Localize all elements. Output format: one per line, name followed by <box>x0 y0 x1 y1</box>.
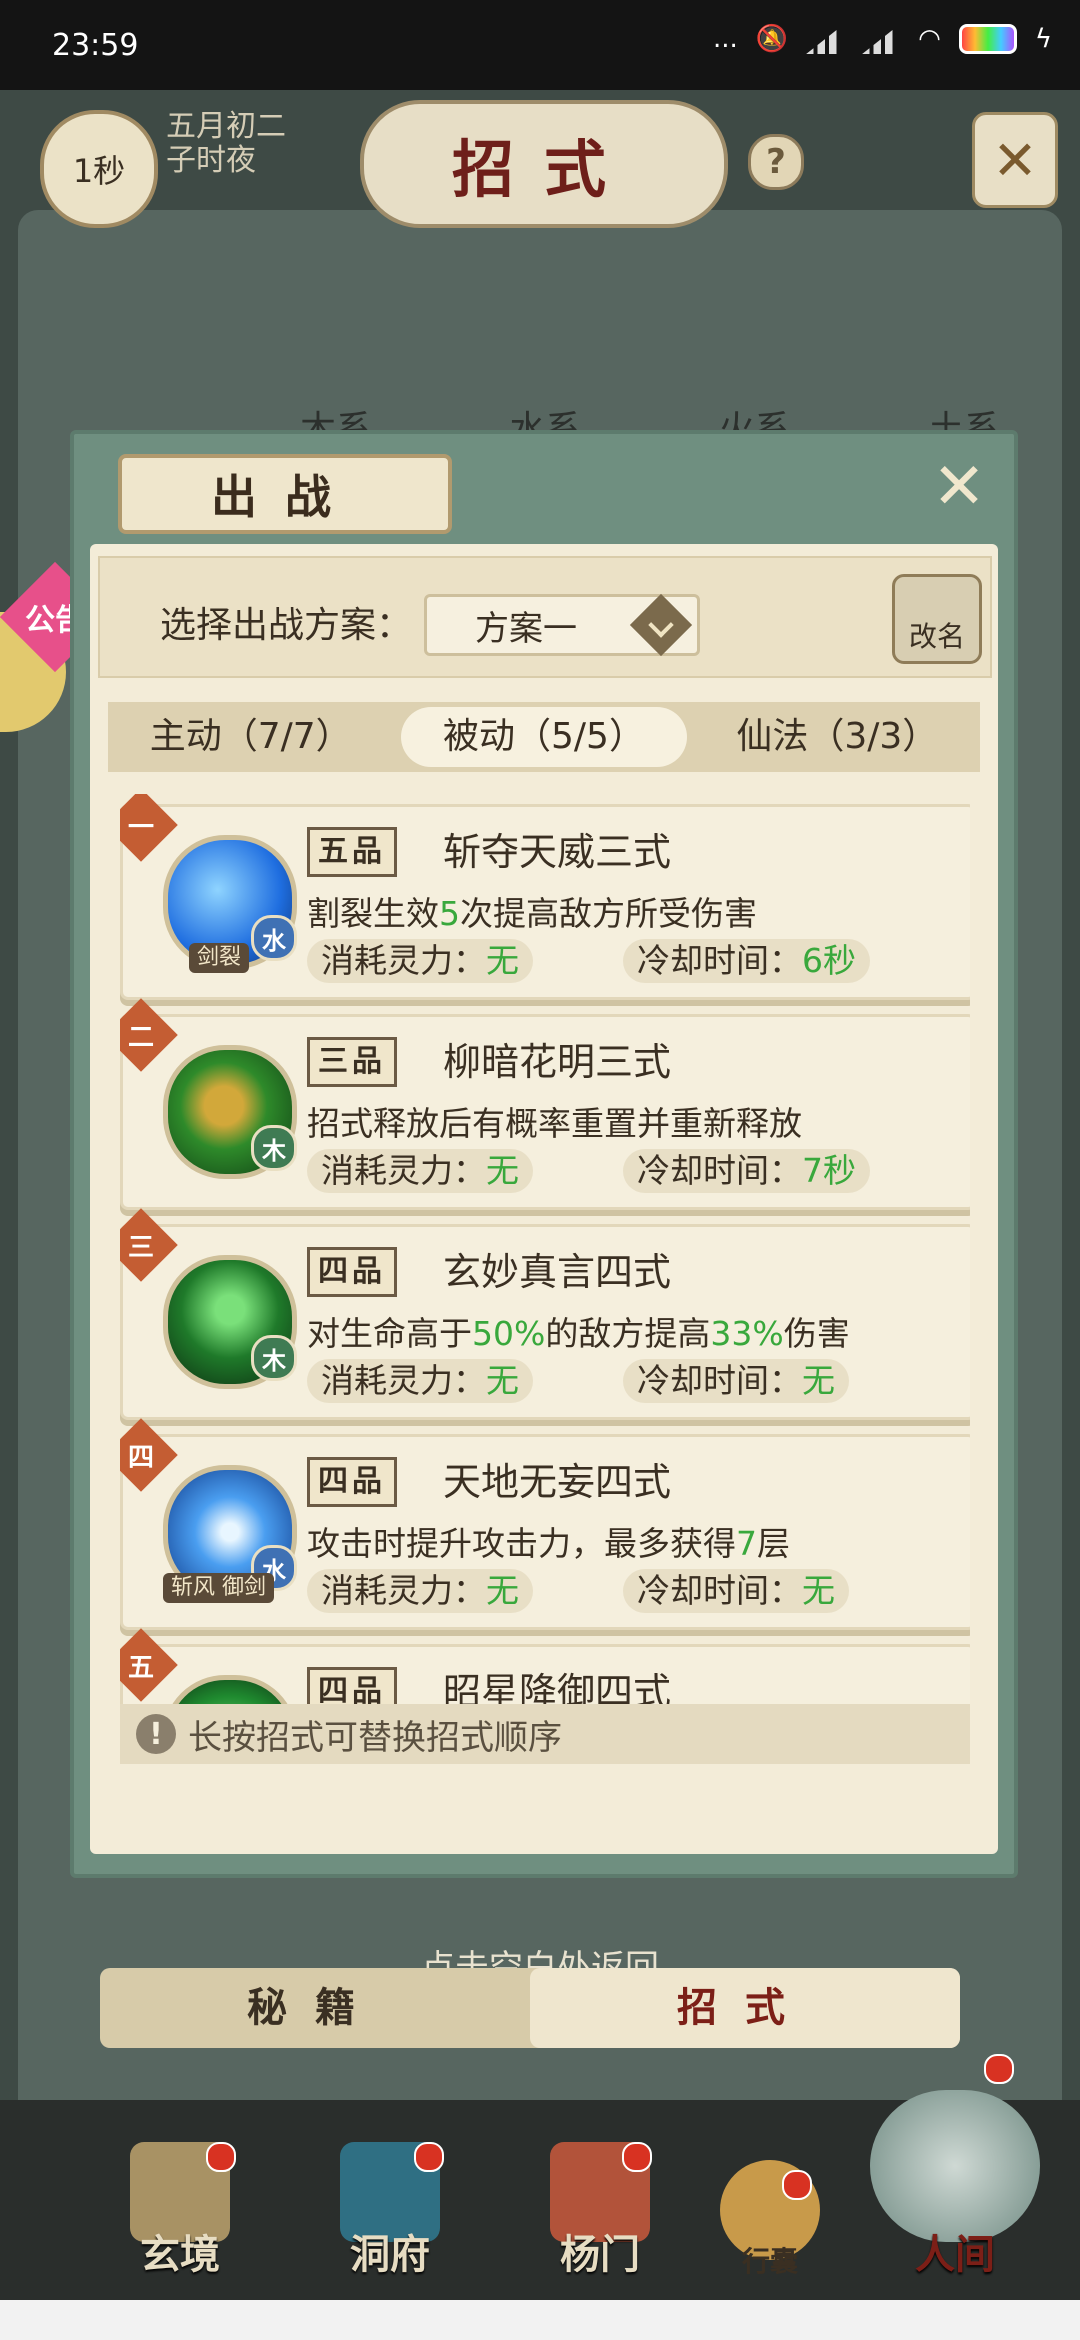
plan-label: 选择出战方案： <box>160 605 413 646</box>
dropdown-icon <box>629 593 693 657</box>
skill-description: 攻击时提升攻击力，最多获得7层 <box>307 1524 790 1563</box>
reorder-tip: ! 长按招式可替换招式顺序 <box>120 1704 970 1764</box>
dock-label: 人间 <box>915 2231 995 2278</box>
rank-badge: 一 <box>120 794 178 862</box>
timer-badge: 1秒 <box>40 110 158 228</box>
battery-icon <box>958 24 1017 54</box>
element-badge: 木 <box>251 1125 297 1171</box>
skill-grade: 四品 <box>307 1457 397 1507</box>
help-button[interactable]: ? <box>748 134 804 190</box>
info-icon: ! <box>136 1714 176 1754</box>
signal-icon-2 <box>862 24 901 54</box>
tip-text: 长按招式可替换招式顺序 <box>188 1717 562 1758</box>
skill-description: 招式释放后有概率重置并重新释放 <box>307 1104 802 1143</box>
dock-label: 行囊 <box>741 2245 798 2278</box>
date-line-1: 五月初二 <box>166 109 286 144</box>
skill-name: 玄妙真言四式 <box>443 1250 672 1294</box>
dock-xingnang[interactable]: 行囊 <box>700 2130 840 2280</box>
wifi-icon: ◠ <box>918 24 941 54</box>
skill-name: 斩夺天威三式 <box>443 830 672 874</box>
skill-tag: 斩风 御剑 <box>163 1573 274 1603</box>
element-badge: 水 <box>251 915 297 961</box>
page-title: 招式 <box>360 100 728 228</box>
notification-dot <box>414 2142 444 2172</box>
rank-badge: 五 <box>120 1628 178 1702</box>
rank-badge: 三 <box>120 1208 178 1282</box>
status-time: 23:59 <box>52 28 139 63</box>
status-icons: ... 🔕 ◠ ϟ <box>713 24 1052 54</box>
rename-button[interactable]: 改名 <box>892 574 982 664</box>
dock-renjian[interactable]: 人间 <box>860 2090 1050 2280</box>
skill-tag: 剑裂 <box>189 943 250 973</box>
tab-immortal-arts[interactable]: 仙法（3/3） <box>695 707 980 767</box>
dock-label: 玄境 <box>140 2231 220 2278</box>
dock-label: 杨门 <box>560 2231 640 2278</box>
skill-name: 柳暗花明三式 <box>443 1040 672 1084</box>
tab-moves[interactable]: 招式 <box>530 1968 960 2048</box>
skill-name: 天地无妄四式 <box>443 1460 672 1504</box>
landscape-icon <box>870 2090 1040 2242</box>
rename-label: 改名 <box>908 620 965 653</box>
mute-bell-icon: 🔕 <box>755 24 789 54</box>
tab-passive-skills[interactable]: 被动（5/5） <box>401 707 687 767</box>
cooldown-stat: 冷却时间：无 <box>623 1359 849 1403</box>
plan-row: 选择出战方案： 方案一 改名 <box>98 556 992 678</box>
element-badge: 木 <box>251 1335 297 1381</box>
close-icon: ✕ <box>992 128 1038 192</box>
rank-badge: 二 <box>120 998 178 1072</box>
skill-card[interactable]: 四 水 斩风 御剑 四品 天地无妄四式 攻击时提升攻击力，最多获得7层 消耗灵力… <box>120 1418 970 1630</box>
rank-badge: 四 <box>120 1418 178 1492</box>
lunar-date: 五月初二 子时夜 <box>166 110 286 178</box>
skill-card[interactable]: 三 木 四品 玄妙真言四式 对生命高于50%的敌方提高33%伤害 消耗灵力：无 … <box>120 1208 970 1420</box>
more-dots-icon: ... <box>712 24 738 54</box>
cost-stat: 消耗灵力：无 <box>307 1359 533 1403</box>
skill-description: 对生命高于50%的敌方提高33%伤害 <box>307 1314 850 1353</box>
dock-label: 洞府 <box>350 2231 430 2278</box>
cost-stat: 消耗灵力：无 <box>307 1569 533 1613</box>
skill-list[interactable]: 一 水 剑裂 五品 斩夺天威三式 割裂生效5次提高敌方所受伤害 消耗灵力：无 冷… <box>120 794 970 1714</box>
skill-card[interactable]: 二 木 三品 柳暗花明三式 招式释放后有概率重置并重新释放 消耗灵力：无 冷却时… <box>120 998 970 1210</box>
skill-card[interactable]: 一 水 剑裂 五品 斩夺天威三式 割裂生效5次提高敌方所受伤害 消耗灵力：无 冷… <box>120 794 970 1000</box>
bottom-section-tabs: 秘籍 招式 <box>100 1968 960 2048</box>
signal-icon <box>806 24 845 54</box>
close-page-button[interactable]: ✕ <box>972 112 1058 208</box>
cooldown-stat: 冷却时间：无 <box>623 1569 849 1613</box>
status-bar: 23:59 ... 🔕 ◠ ϟ <box>0 0 1080 90</box>
dialog-title: 出战 <box>118 454 452 534</box>
cost-stat: 消耗灵力：无 <box>307 939 533 983</box>
battle-dialog: 出战 ✕ 选择出战方案： 方案一 改名 主动（7/7） 被动（5/5） 仙法（3… <box>70 430 1018 1878</box>
notification-dot <box>206 2142 236 2172</box>
plan-value: 方案一 <box>475 608 577 649</box>
skill-grade: 五品 <box>307 827 397 877</box>
charging-icon: ϟ <box>1034 24 1052 54</box>
skill-grade: 三品 <box>307 1037 397 1087</box>
notification-dot <box>984 2054 1014 2084</box>
notification-dot <box>622 2142 652 2172</box>
system-home-bar <box>0 2300 1080 2340</box>
skill-grade: 四品 <box>307 1247 397 1297</box>
close-icon: ✕ <box>932 450 986 524</box>
dialog-body: 选择出战方案： 方案一 改名 主动（7/7） 被动（5/5） 仙法（3/3） 一… <box>90 544 998 1854</box>
cooldown-stat: 冷却时间：6秒 <box>623 939 870 983</box>
cooldown-stat: 冷却时间：7秒 <box>623 1149 870 1193</box>
notification-dot <box>782 2170 812 2200</box>
tab-active-skills[interactable]: 主动（7/7） <box>108 707 393 767</box>
skill-type-tabs: 主动（7/7） 被动（5/5） 仙法（3/3） <box>108 702 980 772</box>
plan-select[interactable]: 方案一 <box>424 593 700 657</box>
date-line-2: 子时夜 <box>166 143 256 178</box>
tab-secret-manual[interactable]: 秘籍 <box>100 1968 530 2048</box>
dialog-close-button[interactable]: ✕ <box>924 450 994 524</box>
cost-stat: 消耗灵力：无 <box>307 1149 533 1193</box>
skill-description: 割裂生效5次提高敌方所受伤害 <box>307 894 757 933</box>
